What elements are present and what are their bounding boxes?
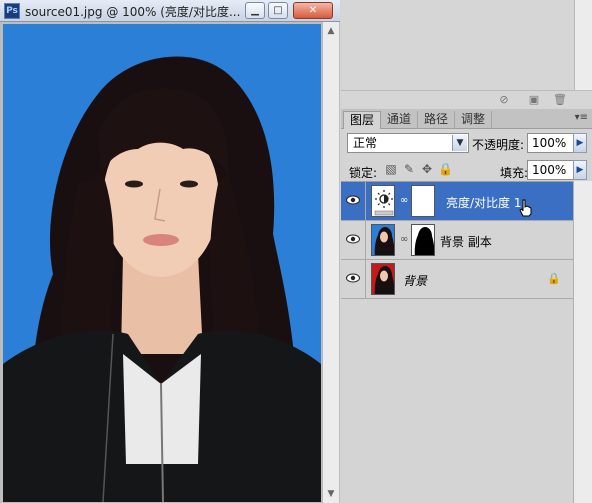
document-titlebar[interactable]: Ps source01.jpg @ 100% (亮度/对比度... ▁ □ ✕ <box>0 0 340 22</box>
lock-position-icon[interactable]: ✥ <box>420 162 434 176</box>
maximize-button[interactable]: □ <box>268 2 288 19</box>
fill-arrow-icon[interactable]: ▶ <box>573 160 587 180</box>
opacity-arrow-icon[interactable]: ▶ <box>573 133 587 153</box>
lock-all-icon[interactable]: 🔒 <box>438 162 453 176</box>
tab-channels[interactable]: 通道 <box>381 111 419 129</box>
eye-icon <box>346 273 360 283</box>
tab-adjustments[interactable]: 调整 <box>455 111 493 129</box>
document-window: Ps source01.jpg @ 100% (亮度/对比度... ▁ □ ✕ <box>0 0 340 503</box>
layer-thumbnail <box>371 224 395 256</box>
portrait-illustration <box>3 24 321 502</box>
opacity-field[interactable]: 100% <box>527 133 575 153</box>
chevron-down-icon[interactable]: ▼ <box>452 135 467 151</box>
chain-link-icon[interactable]: ∞ <box>400 234 408 246</box>
chain-link-icon[interactable]: ∞ <box>400 195 408 207</box>
layer-list: ∞ 亮度/对比度 1 ∞ 背景 副本 背景 🔒 <box>341 181 573 503</box>
lock-label: 锁定: <box>349 166 378 180</box>
tab-layers[interactable]: 图层 <box>343 111 382 129</box>
fill-label: 填充: <box>500 166 529 180</box>
panel-tab-bar: 图层 通道 路径 调整 ▾≡ <box>341 109 592 129</box>
upper-panel-scrollbar[interactable] <box>574 0 592 90</box>
layer-list-scrollbar[interactable] <box>573 181 592 503</box>
layer-row-background-copy[interactable]: ∞ 背景 副本 <box>341 221 573 260</box>
layers-panel: 图层 通道 路径 调整 ▾≡ 正常 ▼ 不透明度: 100% ▶ 锁定: ▧ ✎… <box>341 109 592 503</box>
lock-transparent-pixels-icon[interactable]: ▧ <box>384 162 398 176</box>
minimize-button[interactable]: ▁ <box>245 2 265 19</box>
layer-mask-thumbnail[interactable] <box>411 224 435 256</box>
blend-mode-value: 正常 <box>353 136 378 150</box>
layer-row-background[interactable]: 背景 🔒 <box>341 260 573 299</box>
document-title: source01.jpg @ 100% (亮度/对比度... <box>25 5 241 19</box>
eye-icon <box>346 195 360 205</box>
upper-panel-toolbar: ⊘ ▣ 🗑 <box>341 90 592 108</box>
fill-field[interactable]: 100% <box>527 160 575 180</box>
no-sign-icon[interactable]: ⊘ <box>497 93 511 106</box>
layer-thumbnail <box>371 263 395 295</box>
layer-name[interactable]: 背景 副本 <box>440 233 492 250</box>
minimize-icon: ▁ <box>251 5 259 16</box>
visibility-toggle[interactable] <box>341 182 366 220</box>
hand-cursor-icon <box>519 199 532 217</box>
close-icon: ✕ <box>308 5 318 16</box>
visibility-toggle[interactable] <box>341 260 366 298</box>
eye-icon <box>346 234 360 244</box>
opacity-label: 不透明度: <box>472 138 525 152</box>
photoshop-app-icon: Ps <box>4 3 20 19</box>
new-document-icon[interactable]: ▣ <box>527 93 541 106</box>
close-button[interactable]: ✕ <box>293 2 333 19</box>
scroll-up-arrow-icon[interactable]: ▲ <box>325 24 337 38</box>
layer-name[interactable]: 亮度/对比度 1 <box>446 194 522 211</box>
visibility-toggle[interactable] <box>341 221 366 259</box>
lock-image-pixels-icon[interactable]: ✎ <box>402 162 416 176</box>
maximize-icon: □ <box>273 5 283 16</box>
panel-menu-icon[interactable]: ▾≡ <box>575 112 588 123</box>
canvas-area[interactable]: ▲ ▼ <box>0 22 340 503</box>
canvas-vertical-scrollbar[interactable]: ▲ ▼ <box>322 22 339 503</box>
layer-mask-thumbnail[interactable] <box>411 185 435 217</box>
scroll-down-arrow-icon[interactable]: ▼ <box>325 487 337 501</box>
layer-row-brightness-contrast[interactable]: ∞ 亮度/对比度 1 <box>341 182 573 221</box>
blend-mode-select[interactable]: 正常 ▼ <box>347 133 469 153</box>
layer-name[interactable]: 背景 <box>403 272 427 289</box>
brightness-contrast-adjustment-icon <box>371 185 395 217</box>
portrait-photo[interactable] <box>3 24 321 502</box>
tab-paths[interactable]: 路径 <box>418 111 456 129</box>
trash-icon[interactable]: 🗑 <box>553 93 567 106</box>
lock-icon: 🔒 <box>547 272 561 285</box>
